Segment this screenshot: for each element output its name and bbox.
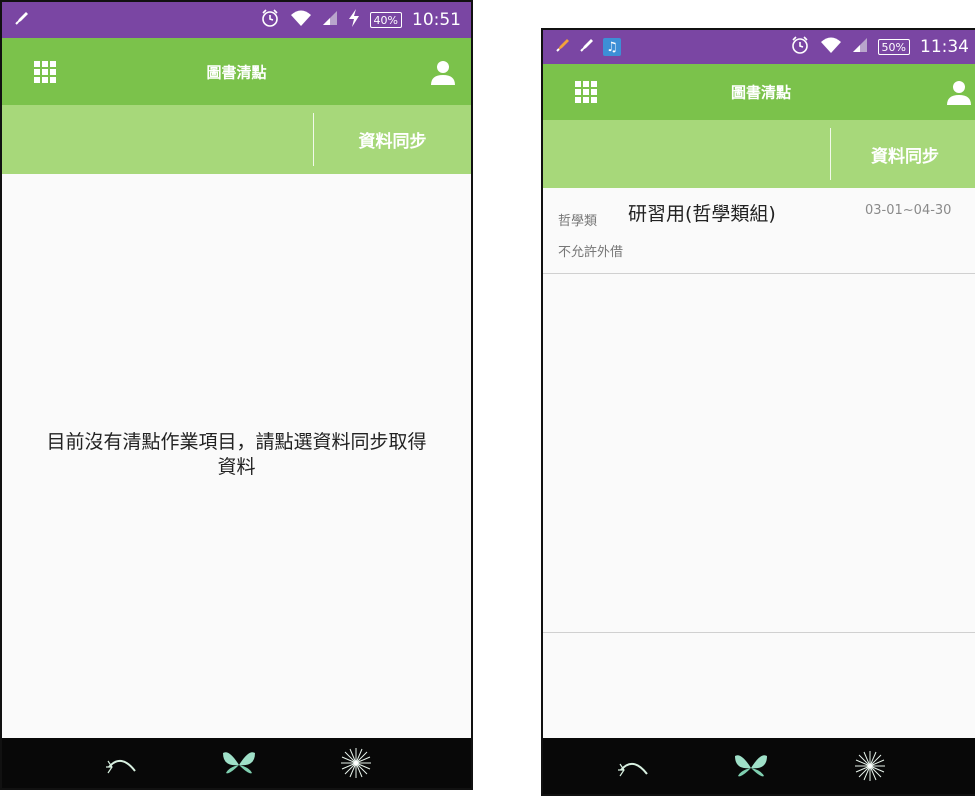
item-lending-status: 不允許外借: [558, 245, 624, 260]
status-bar: 40% 10:51: [2, 2, 471, 38]
dandelion-icon[interactable]: [339, 746, 373, 784]
alarm-icon: [260, 8, 280, 32]
empty-state-message: 目前沒有清點作業項目，請點選資料同步取得 資料: [2, 430, 471, 480]
sync-button[interactable]: 資料同步: [314, 105, 471, 174]
empty-message-line1: 目前沒有清點作業項目，請點選資料同步取得: [46, 431, 427, 453]
clock: 11:34: [920, 37, 969, 57]
signal-icon: [322, 10, 338, 30]
butterfly-icon[interactable]: [733, 752, 769, 784]
rocket-icon: [579, 37, 595, 57]
user-icon[interactable]: [429, 58, 457, 86]
phone-screen-empty: 40% 10:51 圖書清點 資料同步 目前沒有清點作業項目，請點選資料同步取得…: [0, 0, 473, 790]
empty-message-line2: 資料: [217, 456, 256, 478]
list-divider: [543, 632, 975, 633]
wifi-icon: [290, 9, 312, 31]
list-item[interactable]: 哲學類 研習用(哲學類組) 03-01~04-30 不允許外借: [543, 188, 975, 274]
app-bar: 圖書清點: [2, 38, 471, 105]
bottom-nav: [543, 738, 975, 794]
battery-indicator: 50%: [877, 39, 910, 55]
content-area: 目前沒有清點作業項目，請點選資料同步取得 資料: [2, 174, 471, 738]
dandelion-seed-icon[interactable]: [617, 754, 651, 782]
wifi-icon: [820, 36, 842, 58]
alarm-icon: [790, 35, 810, 59]
app-title: 圖書清點: [206, 63, 267, 81]
music-note-icon: ♫: [603, 38, 621, 56]
phone-screen-list: ♫ 50% 11:34 圖書清點 資料同步 哲學類 研習用(哲學類組) 03-0…: [541, 28, 975, 796]
rocket-icon: [555, 37, 571, 57]
clock: 10:51: [412, 10, 461, 30]
action-toolbar: 資料同步: [543, 120, 975, 188]
signal-icon: [852, 37, 868, 57]
user-icon[interactable]: [945, 78, 973, 106]
dandelion-icon[interactable]: [853, 749, 887, 787]
rocket-icon: [14, 10, 30, 30]
item-category: 哲學類: [558, 214, 598, 229]
content-area: 哲學類 研習用(哲學類組) 03-01~04-30 不允許外借: [543, 188, 975, 738]
bottom-nav: [2, 738, 471, 788]
item-name: 研習用(哲學類組): [628, 203, 776, 225]
item-date-range: 03-01~04-30: [865, 203, 952, 218]
butterfly-icon[interactable]: [221, 749, 257, 781]
sync-button[interactable]: 資料同步: [831, 120, 975, 188]
battery-indicator: 40%: [369, 12, 402, 28]
charging-icon: [348, 9, 360, 31]
app-bar: 圖書清點: [543, 64, 975, 120]
status-bar: ♫ 50% 11:34: [543, 30, 975, 64]
app-title: 圖書清點: [730, 83, 791, 102]
dandelion-seed-icon[interactable]: [105, 751, 139, 779]
action-toolbar: 資料同步: [2, 105, 471, 174]
